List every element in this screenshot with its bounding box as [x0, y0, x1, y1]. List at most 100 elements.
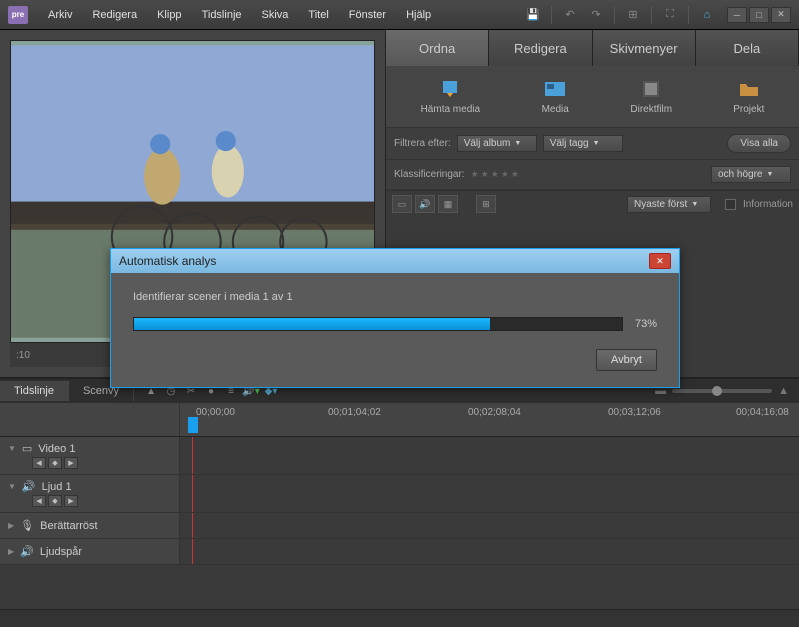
audio-track-icon: 🔊: [20, 545, 34, 558]
dialog-titlebar[interactable]: Automatisk analys ✕: [111, 249, 679, 273]
star-icon[interactable]: ★: [481, 169, 489, 180]
mic-track-icon: 🎙: [20, 519, 34, 532]
undo-icon[interactable]: ↶: [558, 5, 582, 25]
next-keyframe-button[interactable]: ▶: [64, 457, 78, 469]
dialog-title-text: Automatisk analys: [119, 254, 216, 268]
prev-keyframe-button[interactable]: ◀: [32, 495, 46, 507]
media-icon: [541, 78, 569, 100]
menubar: pre Arkiv Redigera Klipp Tidslinje Skiva…: [0, 0, 799, 30]
menu-items: Arkiv Redigera Klipp Tidslinje Skiva Tit…: [40, 5, 521, 25]
track-row: ▶ 🔊 Ljudspår: [0, 539, 799, 565]
tab-tidslinje[interactable]: Tidslinje: [0, 381, 69, 401]
fullscreen-icon[interactable]: ⛶: [658, 5, 682, 25]
btn-direktfilm[interactable]: Direktfilm: [622, 76, 680, 117]
time-ruler[interactable]: 00;00;00 00;01;04;02 00;02;08;04 00;03;1…: [0, 403, 799, 437]
star-icon[interactable]: ★: [491, 169, 499, 180]
label: Media: [542, 104, 569, 115]
menu-tidslinje[interactable]: Tidslinje: [194, 5, 250, 25]
menu-titel[interactable]: Titel: [300, 5, 336, 25]
minimize-button[interactable]: ─: [727, 7, 747, 23]
btn-projekt[interactable]: Projekt: [725, 76, 772, 117]
menu-klipp[interactable]: Klipp: [149, 5, 189, 25]
menu-arkiv[interactable]: Arkiv: [40, 5, 80, 25]
add-keyframe-button[interactable]: ◆: [48, 457, 62, 469]
tab-ordna[interactable]: Ordna: [386, 30, 489, 66]
label: Hämta media: [421, 104, 480, 115]
info-label: Information: [743, 199, 793, 210]
home-icon[interactable]: ⌂: [695, 5, 719, 25]
next-keyframe-button[interactable]: ▶: [64, 495, 78, 507]
tab-dela[interactable]: Dela: [696, 30, 799, 66]
menu-fonster[interactable]: Fönster: [341, 5, 394, 25]
folder-icon: [735, 78, 763, 100]
track-name: Ljud 1: [42, 481, 72, 493]
sort-dropdown[interactable]: Nyaste först: [627, 196, 711, 213]
tag-dropdown[interactable]: Välj tagg: [543, 135, 623, 152]
close-button[interactable]: ✕: [771, 7, 791, 23]
redo-icon[interactable]: ↷: [584, 5, 608, 25]
menu-hjalp[interactable]: Hjälp: [398, 5, 439, 25]
track-header-berattarrost[interactable]: ▶ 🎙 Berättarröst: [0, 513, 180, 538]
dialog-close-button[interactable]: ✕: [649, 253, 671, 269]
main-tabs: Ordna Redigera Skivmenyer Dela: [386, 30, 799, 66]
add-keyframe-button[interactable]: ◆: [48, 495, 62, 507]
menu-redigera[interactable]: Redigera: [84, 5, 145, 25]
rating-stars[interactable]: ★ ★ ★ ★ ★: [471, 169, 519, 180]
btn-media[interactable]: Media: [533, 76, 577, 117]
track-content[interactable]: [180, 437, 799, 474]
time-mark: 00;02;08;04: [468, 407, 521, 418]
audio-track-icon: 🔊: [22, 480, 36, 493]
film-icon: [637, 78, 665, 100]
maximize-button[interactable]: □: [749, 7, 769, 23]
rating-label: Klassificeringar:: [394, 169, 465, 180]
track-header-ljudspar[interactable]: ▶ 🔊 Ljudspår: [0, 539, 180, 564]
grid-icon[interactable]: ⊞: [621, 5, 645, 25]
view-image-icon[interactable]: ▦: [438, 195, 458, 213]
save-icon[interactable]: 💾: [521, 5, 545, 25]
rating-row: Klassificeringar: ★ ★ ★ ★ ★ och högre: [386, 160, 799, 190]
video-track-icon: ▭: [22, 442, 32, 455]
view-audio-icon[interactable]: 🔊: [415, 195, 435, 213]
track-name: Ljudspår: [40, 546, 82, 558]
tab-redigera[interactable]: Redigera: [489, 30, 592, 66]
album-dropdown[interactable]: Välj album: [457, 135, 537, 152]
playhead-icon[interactable]: [188, 417, 198, 433]
track-name: Berättarröst: [40, 520, 97, 532]
progress-fill: [134, 318, 490, 330]
label: Projekt: [733, 104, 764, 115]
preview-time: :10: [16, 350, 30, 361]
btn-hamta-media[interactable]: Hämta media: [413, 76, 488, 117]
info-checkbox[interactable]: [725, 199, 736, 210]
star-icon[interactable]: ★: [471, 169, 479, 180]
window-controls: ─ □ ✕: [727, 7, 791, 23]
timeline-panel: Tidslinje Scenvy ▲ ◷ ✂ ● ≡ 🔊▾ ◆▾ ▬ ▲ 00;…: [0, 377, 799, 627]
prev-keyframe-button[interactable]: ◀: [32, 457, 46, 469]
tab-skivmenyer[interactable]: Skivmenyer: [593, 30, 696, 66]
expand-icon[interactable]: ▶: [8, 547, 14, 556]
track-header-video1[interactable]: ▼ ▭ Video 1 ◀ ◆ ▶: [0, 437, 180, 474]
cancel-button[interactable]: Avbryt: [596, 349, 657, 371]
progress-percent: 73%: [635, 318, 657, 330]
rating-mode-dropdown[interactable]: och högre: [711, 166, 791, 183]
track-name: Video 1: [38, 443, 75, 455]
track-row: ▼ 🔊 Ljud 1 ◀ ◆ ▶: [0, 475, 799, 513]
show-all-button[interactable]: Visa alla: [727, 134, 791, 153]
expand-icon[interactable]: ▶: [8, 521, 14, 530]
track-content[interactable]: [180, 475, 799, 512]
track-header-ljud1[interactable]: ▼ 🔊 Ljud 1 ◀ ◆ ▶: [0, 475, 180, 512]
collapse-icon[interactable]: ▼: [8, 482, 16, 491]
label: Direktfilm: [630, 104, 672, 115]
track-content[interactable]: [180, 513, 799, 538]
filter-row: Filtrera efter: Välj album Välj tagg Vis…: [386, 128, 799, 160]
view-film-icon[interactable]: ▭: [392, 195, 412, 213]
collapse-icon[interactable]: ▼: [8, 444, 16, 453]
view-grid-icon[interactable]: ⊞: [476, 195, 496, 213]
menu-skiva[interactable]: Skiva: [254, 5, 297, 25]
star-icon[interactable]: ★: [511, 169, 519, 180]
time-mark: 00;03;12;06: [608, 407, 661, 418]
track-content[interactable]: [180, 539, 799, 564]
star-icon[interactable]: ★: [501, 169, 509, 180]
view-toolbar: ▭ 🔊 ▦ ⊞ Nyaste först Information: [386, 190, 799, 217]
filter-label: Filtrera efter:: [394, 138, 451, 149]
timeline-footer: [0, 609, 799, 627]
